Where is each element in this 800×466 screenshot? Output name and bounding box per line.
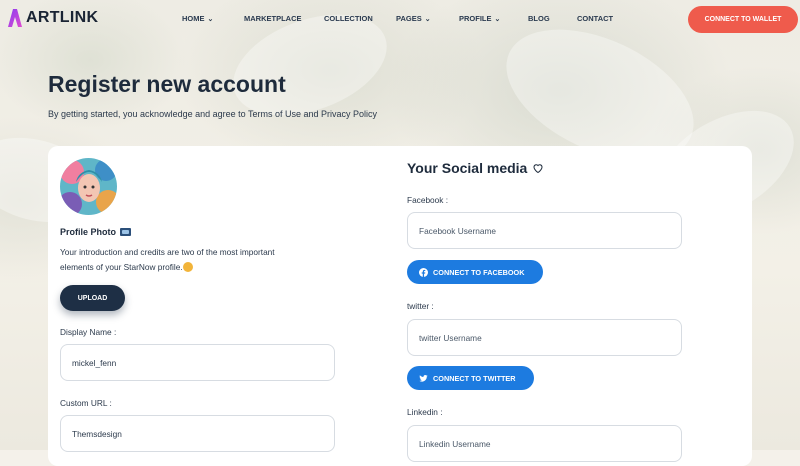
custom-url-field[interactable] (60, 415, 335, 452)
profile-intro-text: Your introduction and credits are two of… (60, 245, 330, 275)
top-header: ARTLINK HOME ⌄ MARKETPLACE COLLECTION PAG… (0, 0, 800, 38)
nav-item-label: CONTACT (577, 14, 614, 23)
nav-item-blog[interactable]: BLOG (528, 14, 550, 23)
nav-item-collection[interactable]: COLLECTION (324, 14, 373, 23)
nav-item-pages[interactable]: PAGES ⌄ (396, 14, 431, 23)
nav-item-label: BLOG (528, 14, 550, 23)
connect-twitter-label: CONNECT TO TWITTER (433, 373, 516, 383)
twitter-username-field[interactable] (407, 319, 682, 356)
facebook-label: Facebook : (407, 195, 449, 205)
connect-facebook-label: CONNECT TO FACEBOOK (433, 267, 525, 277)
custom-url-label: Custom URL : (60, 398, 112, 408)
upload-button[interactable]: UPLOAD (60, 285, 125, 311)
connect-facebook-button[interactable]: CONNECT TO FACEBOOK (407, 260, 543, 284)
linkedin-label: Linkedin : (407, 407, 443, 417)
facebook-username-field[interactable] (407, 212, 682, 249)
nav-item-label: MARKETPLACE (244, 14, 302, 23)
nav-item-label: PAGES (396, 14, 422, 23)
profile-photo-heading: Profile Photo (60, 227, 131, 237)
connect-twitter-button[interactable]: CONNECT TO TWITTER (407, 366, 534, 390)
nav-item-label: HOME (182, 14, 205, 23)
social-media-title: Your Social media (407, 160, 528, 176)
emoji-icon (182, 262, 193, 272)
nav-item-label: COLLECTION (324, 14, 373, 23)
main-nav: HOME ⌄ MARKETPLACE COLLECTION PAGES ⌄ PROF… (0, 14, 800, 26)
connect-wallet-button[interactable]: CONNECT TO WALLET (688, 6, 798, 33)
nav-item-home[interactable]: HOME ⌄ (182, 14, 213, 23)
chevron-down-icon: ⌄ (494, 15, 501, 23)
chevron-down-icon: ⌄ (424, 15, 431, 23)
page-subtitle: By getting started, you acknowledge and … (48, 109, 378, 119)
twitter-label: twitter : (407, 301, 434, 311)
display-name-field[interactable] (60, 344, 335, 381)
intro-line-1: Your introduction and credits are two of… (60, 247, 275, 257)
social-media-heading: Your Social media (407, 160, 544, 176)
intro-line-2: elements of your StarNow profile. (60, 262, 183, 272)
photo-icon (120, 228, 131, 236)
linkedin-username-field[interactable] (407, 425, 682, 462)
avatar-image (60, 158, 117, 215)
facebook-icon (419, 267, 428, 277)
register-card: Profile Photo Your introduction and cred… (48, 146, 752, 466)
twitter-icon (419, 374, 428, 382)
heart-icon (533, 164, 543, 174)
nav-item-label: PROFILE (459, 14, 492, 23)
nav-item-contact[interactable]: CONTACT (577, 14, 613, 23)
display-name-label: Display Name : (60, 327, 117, 337)
page-title: Register new account (48, 71, 286, 97)
nav-item-marketplace[interactable]: MARKETPLACE (244, 14, 302, 23)
profile-photo-label: Profile Photo (60, 227, 116, 237)
nav-item-profile[interactable]: PROFILE ⌄ (459, 14, 500, 23)
chevron-down-icon: ⌄ (207, 15, 214, 23)
avatar[interactable] (60, 158, 117, 215)
